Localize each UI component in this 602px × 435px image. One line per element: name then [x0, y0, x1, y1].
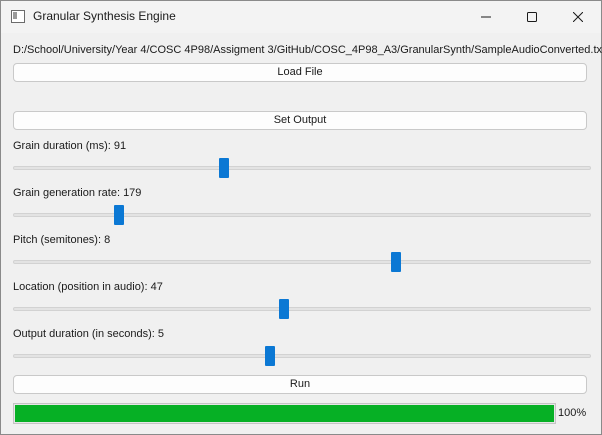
maximize-button[interactable] [509, 1, 555, 33]
slider-track [13, 166, 591, 170]
grain-duration-label: Grain duration (ms): 91 [13, 140, 127, 152]
progress-bar [13, 403, 556, 424]
slider-track [13, 260, 591, 264]
set-output-button[interactable]: Set Output [13, 111, 587, 130]
app-window-icon [11, 10, 25, 23]
main-window: Granular Synthesis Engine D:/School/Univ… [0, 0, 602, 435]
output-duration-slider[interactable] [13, 344, 591, 368]
slider-handle[interactable] [279, 299, 290, 319]
close-button[interactable] [555, 1, 601, 33]
progress-percentage: 100% [558, 407, 587, 419]
minimize-icon [481, 16, 491, 18]
pitch-slider[interactable] [13, 250, 591, 274]
location-label: Location (position in audio): 47 [13, 281, 163, 293]
slider-track [13, 213, 591, 217]
slider-handle[interactable] [391, 252, 402, 272]
title-bar[interactable]: Granular Synthesis Engine [1, 1, 601, 33]
slider-track [13, 307, 591, 311]
maximize-icon [527, 12, 537, 22]
slider-handle[interactable] [218, 158, 229, 178]
pitch-label: Pitch (semitones): 8 [13, 234, 111, 246]
close-icon [573, 12, 583, 22]
file-path-label: D:/School/University/Year 4/COSC 4P98/As… [13, 44, 602, 56]
grain-generation-rate-slider[interactable] [13, 203, 591, 227]
grain-generation-rate-label: Grain generation rate: 179 [13, 187, 142, 199]
load-file-button[interactable]: Load File [13, 63, 587, 82]
grain-duration-slider[interactable] [13, 156, 591, 180]
slider-handle[interactable] [113, 205, 124, 225]
progress-fill [15, 405, 554, 422]
minimize-button[interactable] [463, 1, 509, 33]
slider-handle[interactable] [265, 346, 276, 366]
run-button[interactable]: Run [13, 375, 587, 394]
slider-track [13, 354, 591, 358]
window-title: Granular Synthesis Engine [33, 9, 176, 23]
location-slider[interactable] [13, 297, 591, 321]
output-duration-label: Output duration (in seconds): 5 [13, 328, 165, 340]
